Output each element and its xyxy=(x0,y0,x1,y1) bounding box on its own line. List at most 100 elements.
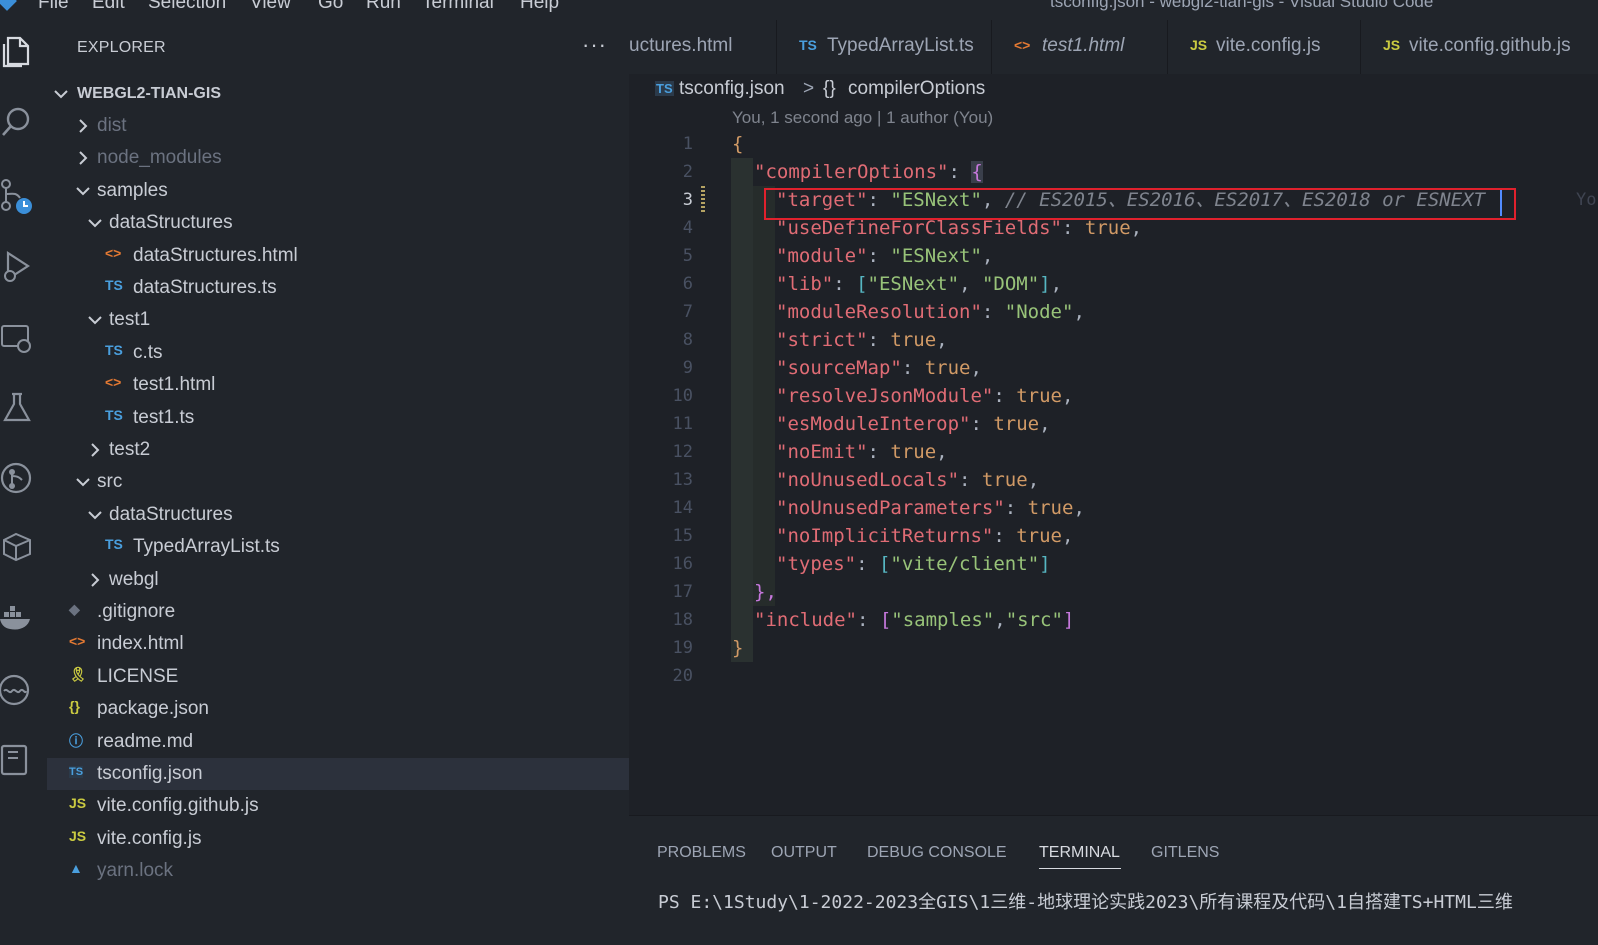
tree-item-label: package.json xyxy=(97,698,209,720)
json-boolean: true xyxy=(890,329,937,351)
menu-file[interactable]: File xyxy=(38,0,69,14)
folder-item[interactable]: dataStructures xyxy=(47,499,629,531)
tab-vite-config-js[interactable]: JS vite.config.js xyxy=(1168,20,1361,74)
tree-item-label: dataStructures.ts xyxy=(133,277,277,298)
code-line: 11 "esModuleInterop": true, xyxy=(629,410,1598,438)
folder-item[interactable]: dataStructures xyxy=(47,207,629,239)
file-item[interactable]: 🎗 LICENSE xyxy=(47,661,629,693)
folder-item[interactable]: samples xyxy=(47,175,629,207)
panel-tab-terminal[interactable]: TERMINAL xyxy=(1039,844,1120,862)
menu-terminal[interactable]: Terminal xyxy=(422,0,494,14)
menu-edit[interactable]: Edit xyxy=(92,0,125,14)
file-item[interactable]: JS vite.config.github.js xyxy=(47,790,629,822)
file-item[interactable]: ▲ yarn.lock xyxy=(47,855,629,887)
file-item[interactable]: TS tsconfig.json xyxy=(47,758,629,790)
tab-typedarraylist-ts[interactable]: TS TypedArrayList.ts xyxy=(777,20,992,74)
panel-tab-gitlens[interactable]: GITLENS xyxy=(1151,844,1219,862)
folder-item[interactable]: dist xyxy=(47,110,629,142)
menu-run[interactable]: Run xyxy=(366,0,401,14)
brace: }, xyxy=(754,581,777,603)
tab-datastructures-html[interactable]: uctures.html xyxy=(629,20,777,74)
folder-item[interactable]: test2 xyxy=(47,434,629,466)
file-item[interactable]: ◆ .gitignore xyxy=(47,596,629,628)
testing-icon[interactable] xyxy=(0,390,40,430)
json-boolean: true xyxy=(1084,217,1131,239)
tree-item-label: node_modules xyxy=(97,147,222,169)
menu-go[interactable]: Go xyxy=(318,0,343,14)
folder-item[interactable]: src xyxy=(47,466,629,498)
chevron-down-icon xyxy=(75,181,91,201)
json-key: "include" xyxy=(754,609,857,631)
folder-item[interactable]: test1 xyxy=(47,304,629,336)
run-debug-icon[interactable] xyxy=(0,248,40,288)
chevron-right-icon xyxy=(87,440,103,460)
docker-icon[interactable] xyxy=(0,600,40,640)
files-icon[interactable] xyxy=(0,34,40,74)
tablet-icon[interactable] xyxy=(0,742,40,782)
file-item[interactable]: TS test1.ts xyxy=(47,402,629,434)
file-item[interactable]: <> dataStructures.html xyxy=(47,240,629,272)
source-control-icon[interactable] xyxy=(0,178,40,218)
file-item[interactable]: ⓘ readme.md xyxy=(47,726,629,758)
menu-selection[interactable]: Selection xyxy=(148,0,226,14)
panel-tab-debug-console[interactable]: DEBUG CONSOLE xyxy=(867,844,1007,862)
code-line: 17}, xyxy=(629,578,1598,606)
menu-view[interactable]: View xyxy=(250,0,291,14)
terminal-prompt[interactable]: PS E:\1Study\1-2022-2023全GIS\1三维-地球理论实践2… xyxy=(658,888,1513,914)
html-file-icon: <> xyxy=(105,374,122,391)
json-key: "module" xyxy=(776,245,868,267)
tab-test1-html[interactable]: <> test1.html xyxy=(992,20,1168,74)
file-item[interactable]: TS c.ts xyxy=(47,337,629,369)
breadcrumb-file[interactable]: tsconfig.json xyxy=(679,78,785,100)
file-item[interactable]: TS dataStructures.ts xyxy=(47,272,629,304)
tree-item-label: dist xyxy=(97,115,127,136)
tab-label: uctures.html xyxy=(629,35,733,56)
json-key: "noUnusedParameters" xyxy=(776,497,1005,519)
breadcrumb-symbol[interactable]: compilerOptions xyxy=(848,78,985,100)
folder-item[interactable]: node_modules xyxy=(47,142,629,174)
line-number: 3 xyxy=(682,190,693,210)
line-number: 18 xyxy=(672,610,693,630)
code-line: 6 "lib": ["ESNext", "DOM"], xyxy=(629,270,1598,298)
json-boolean: true xyxy=(981,469,1028,491)
tree-item-label: test1 xyxy=(109,309,151,331)
tree-item-label: vite.config.github.js xyxy=(97,795,259,817)
code-editor[interactable]: 1{ 2 "compilerOptions": { 3 "target": "ESN… xyxy=(629,130,1598,815)
code-line: 18 "include": ["samples","src"] xyxy=(629,606,1598,634)
active-tab-indicator xyxy=(1039,868,1121,869)
gitlens-icon[interactable] xyxy=(0,460,40,500)
folder-item[interactable]: webgl xyxy=(47,564,629,596)
file-item[interactable]: JS vite.config.js xyxy=(47,823,629,855)
more-actions-icon[interactable]: ··· xyxy=(582,32,607,58)
file-item[interactable]: <> index.html xyxy=(47,628,629,660)
extensions-icon[interactable] xyxy=(0,530,40,570)
panel-tab-problems[interactable]: PROBLEMS xyxy=(657,844,746,862)
editor-tabs: uctures.html TS TypedArrayList.ts <> tes… xyxy=(629,20,1598,74)
annotation-highlight-box xyxy=(764,188,1516,220)
code-line: 20 xyxy=(629,662,1598,690)
chevron-right-icon xyxy=(75,116,91,136)
remote-explorer-icon[interactable] xyxy=(0,320,40,360)
file-item[interactable]: TS TypedArrayList.ts xyxy=(47,531,629,563)
json-key: "sourceMap" xyxy=(776,357,902,379)
panel-tab-output[interactable]: OUTPUT xyxy=(771,844,837,862)
gitlens-codelens[interactable]: You, 1 second ago | 1 author (You) xyxy=(732,108,993,128)
live-share-icon[interactable] xyxy=(0,672,40,712)
brace: } xyxy=(732,637,744,659)
workspace-root-folder[interactable]: WEBGL2-TIAN-GIS xyxy=(47,78,629,110)
json-boolean: true xyxy=(1016,525,1062,547)
json-boolean: true xyxy=(924,357,971,379)
yarn-icon: ▲ xyxy=(69,860,83,877)
json-string: "Node" xyxy=(1004,301,1074,323)
tab-label: test1.html xyxy=(1042,35,1125,56)
json-string: "src" xyxy=(1005,609,1063,631)
line-number: 14 xyxy=(672,498,693,518)
menu-help[interactable]: Help xyxy=(520,0,559,14)
file-item[interactable]: <> test1.html xyxy=(47,369,629,401)
colon: : xyxy=(948,161,972,183)
chevron-right-icon xyxy=(87,570,103,590)
file-item[interactable]: {} package.json xyxy=(47,693,629,725)
search-icon[interactable] xyxy=(0,104,40,144)
tab-vite-config-github-js[interactable]: JS vite.config.github.js xyxy=(1361,20,1598,74)
line-number: 10 xyxy=(672,386,693,406)
